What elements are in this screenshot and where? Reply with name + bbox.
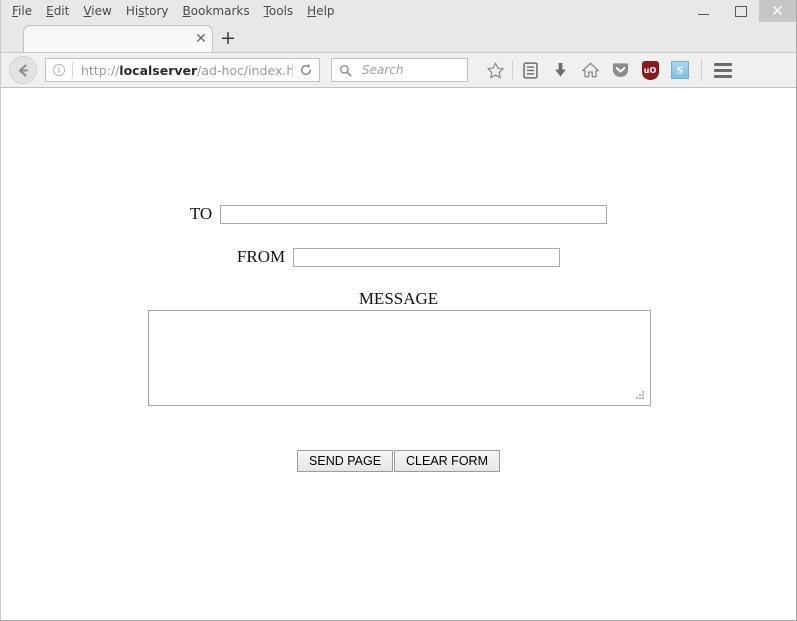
to-field-row: TO [1, 204, 796, 224]
menu-item-file[interactable]: File [12, 0, 32, 22]
app-menu-button[interactable] [708, 56, 738, 84]
library-icon [522, 61, 538, 79]
menu-bar: File Edit View History Bookmarks Tools H… [1, 0, 335, 22]
menu-item-history[interactable]: History [126, 0, 169, 22]
site-identity-icon[interactable] [46, 63, 72, 77]
to-input[interactable] [220, 204, 608, 224]
ublock-origin-icon: uO [641, 60, 659, 80]
search-input[interactable]: Search [358, 63, 404, 77]
browser-tab[interactable]: ✕ [23, 25, 213, 52]
form-buttons: SEND PAGE CLEAR FORM [1, 450, 796, 472]
tab-close-icon[interactable]: ✕ [190, 32, 212, 46]
home-icon [581, 62, 599, 78]
s-extension-button[interactable]: S [665, 56, 695, 84]
close-button[interactable]: ✕ [759, 0, 796, 22]
bookmark-star-button[interactable] [480, 56, 510, 84]
to-label: TO [189, 204, 213, 223]
back-arrow-icon [18, 63, 28, 77]
reload-icon [301, 63, 311, 75]
menu-item-help[interactable]: Help [307, 0, 334, 22]
from-field-row: FROM [1, 247, 796, 267]
url-path: /ad-hoc/index.htm [197, 62, 292, 78]
page-content: TO FROM MESSAGE SEND PAGE CLEAR FORM [1, 88, 796, 620]
download-button[interactable] [545, 56, 575, 84]
message-textarea[interactable] [148, 310, 651, 406]
pocket-icon [612, 63, 628, 78]
menu-divider [701, 59, 702, 81]
s-extension-icon: S [671, 61, 689, 79]
home-button[interactable] [575, 56, 605, 84]
search-bar[interactable]: Search [331, 58, 468, 82]
minimize-button[interactable] [685, 0, 722, 22]
pocket-button[interactable] [605, 56, 635, 84]
send-page-button[interactable]: SEND PAGE [297, 450, 394, 472]
url-host: localserver [119, 62, 198, 78]
info-circle-icon [52, 63, 66, 77]
from-input[interactable] [293, 247, 561, 267]
url-bar[interactable]: http://localserver/ad-hoc/index.htm [45, 58, 320, 82]
minimize-icon [698, 13, 709, 15]
maximize-button[interactable] [722, 0, 759, 22]
maximize-icon [734, 5, 747, 17]
from-label: FROM [236, 247, 286, 266]
menu-item-edit[interactable]: Edit [46, 0, 69, 22]
message-label: MESSAGE [358, 289, 439, 308]
hamburger-icon [714, 62, 732, 78]
search-icon [339, 64, 351, 76]
menu-item-view[interactable]: View [83, 0, 111, 22]
back-button[interactable] [9, 56, 37, 84]
menu-item-bookmarks[interactable]: Bookmarks [183, 0, 250, 22]
tab-strip: ✕ + [1, 22, 796, 52]
close-icon: ✕ [771, 1, 784, 20]
reload-button[interactable] [292, 63, 319, 77]
menu-item-tools[interactable]: Tools [264, 0, 294, 22]
clear-form-button[interactable]: CLEAR FORM [394, 450, 500, 472]
title-bar: File Edit View History Bookmarks Tools H… [1, 0, 796, 22]
navigation-toolbar: http://localserver/ad-hoc/index.htm Sear… [1, 52, 796, 88]
ublock-origin-button[interactable]: uO [635, 56, 665, 84]
star-icon [486, 61, 504, 78]
window-controls: ✕ [685, 0, 796, 22]
url-scheme: http:// [81, 62, 120, 78]
library-button[interactable] [515, 56, 545, 84]
search-icon-wrap [332, 64, 358, 77]
toolbar-divider [512, 61, 513, 79]
url-text: http://localserver/ad-hoc/index.htm [73, 63, 292, 78]
download-icon [554, 62, 566, 77]
new-tab-button[interactable]: + [213, 25, 243, 52]
browser-window: File Edit View History Bookmarks Tools H… [0, 0, 797, 621]
toolbar-icons: uO S [480, 56, 738, 84]
